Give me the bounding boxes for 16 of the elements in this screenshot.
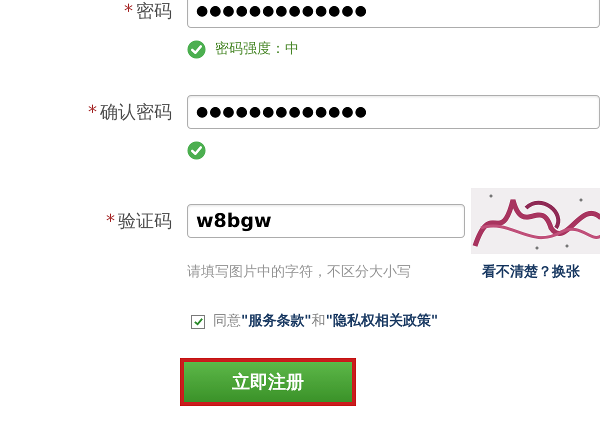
policy-link[interactable]: "服务条款" — [241, 313, 312, 329]
captcha-hint: 请填写图片中的字符，不区分大小写 — [187, 263, 412, 282]
captcha-field[interactable]: w8bgw — [187, 204, 465, 238]
checkbox[interactable] — [191, 314, 205, 328]
password-field[interactable]: ●●●●●●●●●●●●● — [187, 95, 600, 129]
refresh-captcha-link[interactable]: 看不清楚？换张 — [482, 262, 580, 283]
policy-link[interactable]: "隐私权相关政策" — [326, 313, 438, 329]
field-label: 密码 — [136, 0, 172, 24]
field-label: 验证码 — [118, 210, 172, 234]
agreement-text: 同意"服务条款"和"隐私权相关政策" — [213, 312, 438, 331]
required-asterisk: * — [106, 210, 115, 234]
required-asterisk: * — [124, 0, 133, 24]
required-asterisk: * — [88, 100, 97, 124]
field-label: 确认密码 — [100, 100, 172, 124]
password-field[interactable]: ●●●●●●●●●●●●● — [187, 0, 600, 28]
password-strength-text: 密码强度：中 — [215, 40, 299, 58]
